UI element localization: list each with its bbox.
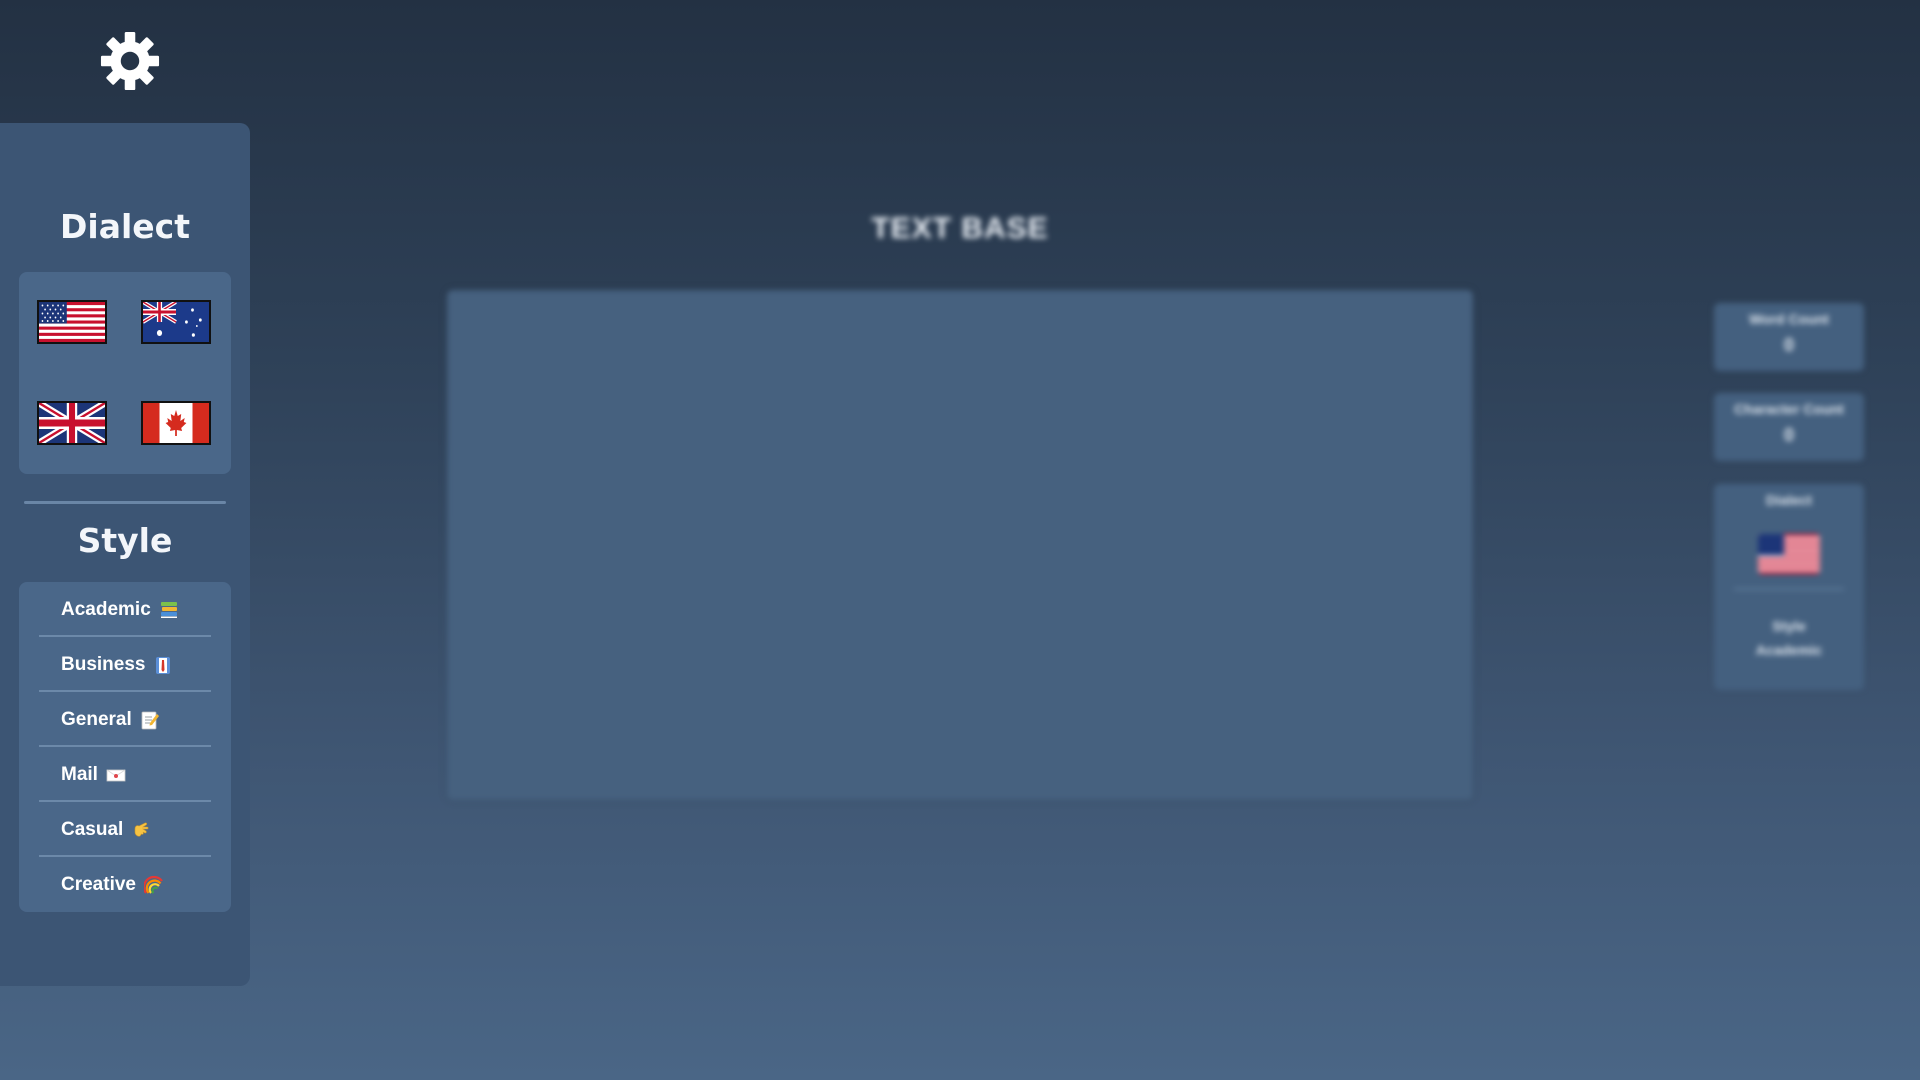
flag-uk-button[interactable] bbox=[37, 401, 107, 445]
briefcase-icon bbox=[153, 655, 173, 675]
sidebar-divider bbox=[24, 501, 226, 504]
rainbow-icon bbox=[142, 875, 164, 895]
australia-flag-icon bbox=[143, 302, 209, 342]
sidebar: Dialect Style Academic Business General … bbox=[0, 123, 250, 986]
dialect-label: Dialect bbox=[1766, 492, 1812, 508]
books-icon bbox=[159, 600, 179, 620]
word-count-value: 0 bbox=[1783, 335, 1794, 355]
card-separator bbox=[1734, 588, 1844, 590]
style-item-mail[interactable]: Mail bbox=[39, 747, 211, 802]
style-item-label: Creative bbox=[61, 873, 136, 895]
style-list-panel: Academic Business General Mail Casual Cr… bbox=[19, 582, 231, 912]
settings-gear-icon[interactable] bbox=[97, 28, 163, 94]
text-input-area[interactable] bbox=[447, 290, 1473, 800]
main-title: TEXT BASE bbox=[871, 212, 1049, 245]
dialect-style-card: Dialect Style Academic bbox=[1714, 484, 1864, 690]
style-item-label: Casual bbox=[61, 818, 124, 840]
style-item-label: Academic bbox=[61, 598, 151, 620]
style-item-business[interactable]: Business bbox=[39, 637, 211, 692]
style-item-academic[interactable]: Academic bbox=[39, 582, 211, 637]
uk-flag-icon bbox=[39, 403, 105, 443]
flag-australia-button[interactable] bbox=[141, 300, 211, 344]
style-item-casual[interactable]: Casual bbox=[39, 802, 211, 857]
style-item-label: Business bbox=[61, 653, 146, 675]
dialect-flag-panel bbox=[19, 272, 231, 474]
flag-us-button[interactable] bbox=[37, 300, 107, 344]
us-flag-icon bbox=[39, 302, 105, 342]
style-value: Academic bbox=[1755, 642, 1823, 658]
flag-canada-button[interactable] bbox=[141, 401, 211, 445]
us-flag-icon bbox=[1758, 534, 1820, 574]
memo-icon bbox=[140, 710, 160, 730]
style-label: Style bbox=[1772, 618, 1806, 634]
style-item-general[interactable]: General bbox=[39, 692, 211, 747]
word-count-label: Word Count bbox=[1749, 311, 1829, 327]
character-count-label: Character Count bbox=[1734, 401, 1844, 417]
style-item-label: Mail bbox=[61, 763, 98, 785]
canada-flag-icon bbox=[143, 403, 209, 443]
style-item-creative[interactable]: Creative bbox=[39, 857, 211, 912]
style-title: Style bbox=[77, 521, 173, 560]
character-count-card: Character Count 0 bbox=[1714, 393, 1864, 461]
style-item-label: General bbox=[61, 708, 132, 730]
character-count-value: 0 bbox=[1783, 425, 1794, 445]
dialect-title: Dialect bbox=[59, 207, 190, 246]
hand-icon bbox=[131, 820, 151, 840]
envelope-icon bbox=[106, 765, 126, 785]
word-count-card: Word Count 0 bbox=[1714, 303, 1864, 371]
